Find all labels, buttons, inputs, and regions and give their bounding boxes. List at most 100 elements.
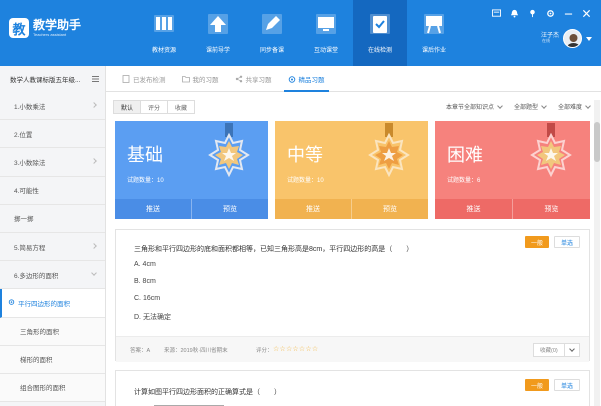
- top-bar: 教 教学助手 Teachers assistant 教材资源 课前导学 同步备课…: [0, 0, 601, 66]
- nav-label: 课前导学: [205, 48, 230, 54]
- sidebar-item-label: 6.多边形的面积: [14, 272, 59, 280]
- rating-stars[interactable]: ☆☆☆☆☆☆☆: [273, 345, 318, 353]
- card-medium-actions: 推送 预览: [275, 199, 428, 219]
- sidebar-item-label: 3.小数除法: [14, 159, 46, 167]
- nav-item-lesson-prep[interactable]: 同步备课: [245, 0, 299, 66]
- tab-published-tests[interactable]: 已发布检测: [114, 66, 174, 92]
- sidebar-item-active[interactable]: 平行四边形的面积: [0, 289, 105, 318]
- scrollbar[interactable]: [594, 100, 600, 406]
- chevron-down-icon: [497, 102, 503, 109]
- filter-dropdowns: 本章节全部知识点 全部题型 全部难度: [445, 102, 591, 111]
- sidebar-item-label: 组合图形的面积: [20, 385, 66, 393]
- send-button[interactable]: 推送: [115, 199, 191, 219]
- tab-label: 共享习题: [245, 77, 272, 84]
- medal-icon: [288, 76, 295, 83]
- easel-icon: [424, 14, 444, 34]
- card-count: 试题数量：10: [287, 178, 324, 184]
- difficulty-filter[interactable]: 全部难度: [558, 102, 591, 111]
- filter-bar: 默认 评分 收藏 本章节全部知识点 全部题型 全部难度: [113, 100, 596, 116]
- pen-icon: [262, 14, 282, 34]
- option-c: C. 16cm: [134, 295, 161, 302]
- tab-premium-exercises[interactable]: 精品习题: [280, 66, 333, 92]
- book-selector-label: 数学人教课标版五年级...: [10, 77, 81, 84]
- filter-label: 本章节全部知识点: [445, 105, 494, 111]
- nav-item-classroom[interactable]: 互动课堂: [299, 0, 353, 66]
- nav-label: 教材资源: [151, 48, 176, 54]
- nav-item-homework[interactable]: 课后作业: [407, 0, 461, 66]
- medal-icon: [530, 123, 572, 178]
- window-controls: [492, 9, 591, 18]
- sidebar-item[interactable]: 3.小数除法: [0, 148, 105, 177]
- filter-label: 全部题型: [513, 105, 538, 111]
- sidebar-item[interactable]: 掷一掷: [0, 205, 105, 233]
- app-name: 教学助手: [33, 17, 82, 32]
- question-card: 三角形和平行四边形的底和面积都相等，已知三角形高是8cm，平行四边形的高是（ ）…: [115, 229, 590, 362]
- close-icon[interactable]: [582, 9, 591, 18]
- folder-icon: [181, 76, 190, 83]
- sidebar-subitem[interactable]: 梯形的面积: [0, 345, 105, 374]
- sort-rating-button[interactable]: 评分: [140, 100, 169, 114]
- sort-group: 默认 评分 收藏: [113, 100, 196, 114]
- sort-favorite-button[interactable]: 收藏: [167, 100, 196, 114]
- difficulty-cards: 基础 试题数量：10 推送 预览 中等 试题数量：10 推送 预览 困难 试题数…: [115, 121, 590, 219]
- avatar-dropdown-caret[interactable]: [586, 37, 592, 41]
- book-selector[interactable]: 数学人教课标版五年级...: [0, 66, 106, 92]
- question-footer: 答案：A 来源：2019秋·四川省期末 评分： ☆☆☆☆☆☆☆ 收藏(0): [116, 336, 589, 362]
- card-hard-actions: 推送 预览: [435, 199, 590, 219]
- difficulty-badge: 一般: [525, 236, 550, 248]
- menu-icon[interactable]: [92, 76, 99, 82]
- preview-button[interactable]: 预览: [512, 199, 590, 219]
- card-hard: 困难 试题数量：6 推送 预览: [435, 121, 590, 219]
- send-button[interactable]: 推送: [435, 199, 512, 219]
- send-button[interactable]: 推送: [275, 199, 351, 219]
- preview-button[interactable]: 预览: [351, 199, 428, 219]
- nav-item-online-test[interactable]: 在线检测: [353, 0, 407, 66]
- sidebar-item-label: 5.简易方程: [14, 244, 46, 252]
- option-d: D. 无法确定: [134, 314, 171, 321]
- tab-shared-exercises[interactable]: 共享习题: [227, 66, 280, 92]
- preview-button[interactable]: 预览: [191, 199, 268, 219]
- card-title: 中等: [287, 145, 323, 165]
- sidebar-item[interactable]: 5.简易方程: [0, 233, 105, 262]
- card-count: 试题数量：10: [127, 178, 164, 184]
- sidebar-item[interactable]: 2.位置: [0, 120, 105, 149]
- nav-item-textbook[interactable]: 教材资源: [137, 0, 191, 66]
- medal-icon: [368, 123, 410, 178]
- bell-icon[interactable]: [510, 9, 519, 18]
- avatar[interactable]: [563, 29, 582, 48]
- nav-label: 互动课堂: [313, 48, 338, 54]
- collect-button[interactable]: 收藏(0): [533, 343, 565, 357]
- sidebar-item-label: 掷一掷: [14, 216, 34, 224]
- question-type-filter[interactable]: 全部题型: [513, 102, 547, 111]
- nav-item-preview[interactable]: 课前导学: [191, 0, 245, 66]
- tab-my-exercises[interactable]: 我的习题: [174, 66, 227, 92]
- source-text: 来源：2019秋·四川省期末: [164, 348, 228, 354]
- knowledge-point-filter[interactable]: 本章节全部知识点: [445, 102, 503, 111]
- books-icon: [154, 15, 174, 32]
- option-b: B. 8cm: [134, 278, 156, 285]
- nav-label: 同步备课: [259, 48, 284, 54]
- sidebar-item-label: 4.可能性: [14, 188, 39, 196]
- pin-icon[interactable]: [528, 9, 537, 18]
- choice-type-badge: 单选: [554, 379, 581, 391]
- sidebar-item[interactable]: 4.可能性: [0, 177, 105, 205]
- sidebar-item-label: 三角形的面积: [20, 329, 59, 337]
- sort-default-button[interactable]: 默认: [113, 100, 142, 114]
- sidebar-item[interactable]: 6.多边形的面积: [0, 261, 105, 290]
- main-nav: 教材资源 课前导学 同步备课 互动课堂 在线检测 课后作业: [137, 0, 461, 66]
- minimize-icon[interactable]: [564, 9, 573, 18]
- settings-icon[interactable]: [546, 9, 555, 18]
- user-status: 在线: [542, 38, 550, 43]
- scrollbar-thumb[interactable]: [594, 122, 600, 162]
- sidebar-subitem[interactable]: 组合图形的面积: [0, 373, 105, 403]
- sidebar-subitem[interactable]: 三角形的面积: [0, 317, 105, 346]
- question-text: 三角形和平行四边形的底和面积都相等，已知三角形高是8cm，平行四边形的高是（ ）: [134, 246, 414, 253]
- message-icon[interactable]: [492, 9, 501, 18]
- logo-mark: 教: [9, 18, 29, 38]
- sidebar-item[interactable]: 1.小数乘法: [0, 92, 105, 121]
- answer-text: 答案：A: [130, 348, 151, 354]
- app-subtitle: Teachers assistant: [33, 31, 67, 37]
- arrow-up-icon: [208, 14, 228, 34]
- expand-button[interactable]: [564, 343, 580, 357]
- card-title: 困难: [447, 145, 483, 165]
